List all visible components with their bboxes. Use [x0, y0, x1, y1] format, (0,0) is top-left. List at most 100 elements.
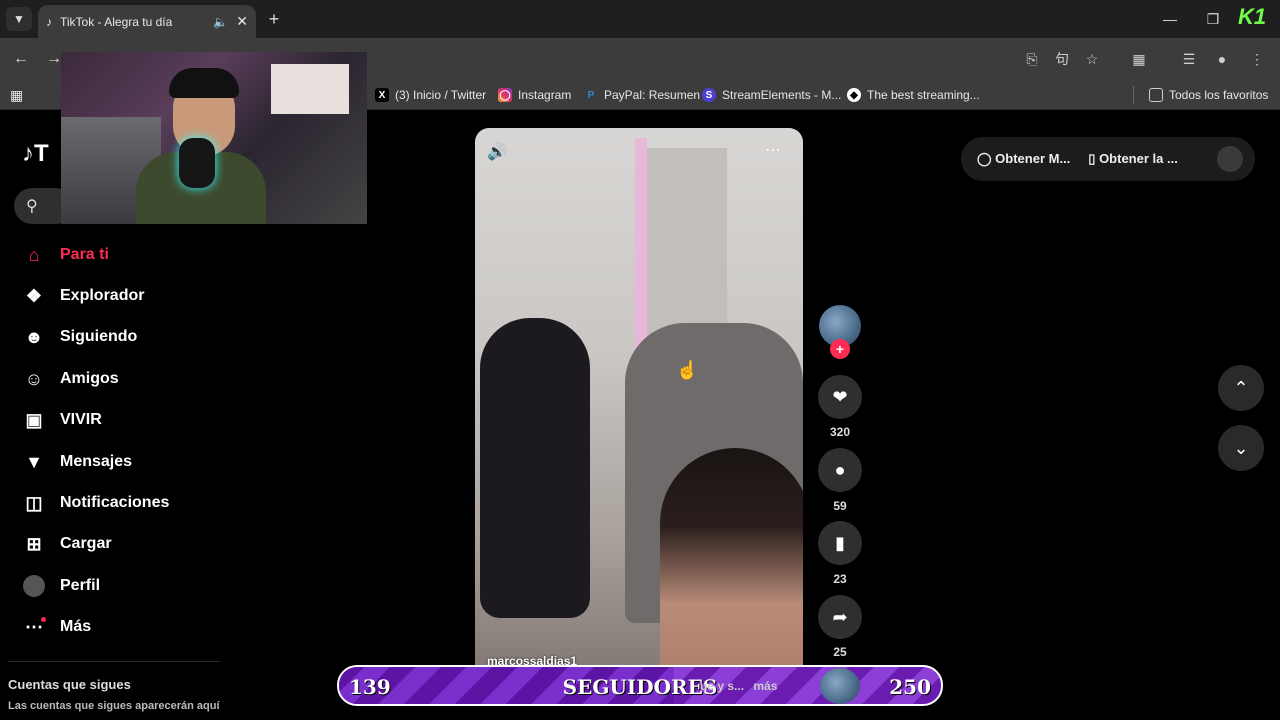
save-count: 23 [833, 572, 847, 586]
tiktok-note-icon: ♪ [22, 140, 34, 167]
browser-menu-icon[interactable]: ⋮ [1245, 47, 1269, 71]
get-app-label: Obtener la ... [1099, 151, 1178, 166]
like-button[interactable]: ❤ [818, 375, 862, 419]
sidebar-item-label: Explorador [60, 287, 145, 304]
bookmark-label: PayPal: Resumen [604, 88, 701, 102]
webcam-overlay [61, 52, 367, 224]
extensions-icon[interactable]: ▦ [1127, 47, 1151, 71]
follow-plus-button[interactable]: + [830, 339, 850, 359]
comment-count: 59 [833, 499, 847, 513]
get-coins-label: Obtener M... [995, 151, 1071, 166]
live-icon: ▣ [25, 409, 43, 430]
previous-video-button[interactable]: ⌃ [1218, 365, 1264, 411]
sidebar-item-vivir[interactable]: ▣ VIVIR [22, 405, 102, 435]
sidebar-item-amigos[interactable]: ☺ Amigos [22, 364, 119, 394]
bookmark-instagram[interactable]: ◯ Instagram [498, 85, 571, 105]
minimize-button[interactable]: — [1155, 8, 1185, 30]
restore-button[interactable]: ❐ [1198, 8, 1228, 30]
sidebar-item-label: VIVIR [60, 411, 102, 428]
sidebar-item-notificaciones[interactable]: ◫ Notificaciones [22, 488, 169, 518]
bookmark-label: The best streaming... [867, 88, 980, 102]
user-avatar[interactable] [1217, 146, 1243, 172]
browser-tab[interactable]: ♪ TikTok - Alegra tu día 🔈 ✕ [38, 5, 256, 38]
following-title: Cuentas que sigues [8, 677, 131, 692]
instagram-icon: ◯ [498, 88, 512, 102]
new-tab-button[interactable]: + [262, 8, 286, 30]
get-app-link[interactable]: ▯ Obtener la ... [1088, 151, 1178, 167]
tiktok-logo[interactable]: ♪ T [22, 140, 49, 168]
music-disc-avatar[interactable] [820, 668, 860, 704]
sidebar-item-explorador[interactable]: ❖ Explorador [22, 281, 145, 311]
sidebar-item-perfil[interactable]: Perfil [22, 571, 100, 601]
caption-text: ue y s... [700, 679, 745, 693]
tiktok-favicon-icon: ♪ [46, 14, 52, 29]
translate-icon[interactable]: 句 [1050, 47, 1074, 71]
bookmark-streamelements[interactable]: S StreamElements - M... [702, 85, 841, 105]
volume-icon[interactable]: 🔊 [487, 142, 507, 162]
friends-icon: ☺ [24, 368, 44, 389]
coin-icon: ◯ [977, 151, 996, 166]
like-count: 320 [829, 425, 851, 439]
sidebar-item-cargar[interactable]: ⊞ Cargar [22, 529, 112, 559]
all-bookmarks-folder[interactable]: Todos los favoritos [1149, 85, 1268, 105]
upload-icon: ⊞ [26, 533, 42, 554]
home-icon: ⌂ [28, 244, 40, 265]
install-app-icon[interactable]: ⎘ [1020, 47, 1044, 71]
video-scene [480, 318, 590, 618]
video-player[interactable]: 🔊 ⋯ marcossaldias1 [475, 128, 803, 706]
sidebar-item-label: Amigos [60, 370, 119, 387]
close-tab-icon[interactable]: ✕ [236, 13, 248, 30]
profile-avatar [22, 574, 46, 598]
sidebar-item-mensajes[interactable]: ▼ Mensajes [22, 447, 132, 477]
messages-icon: ▼ [25, 451, 43, 472]
comment-button[interactable]: ● [818, 448, 862, 492]
next-video-button[interactable]: ⌄ [1218, 425, 1264, 471]
logo-text: T [34, 140, 49, 167]
streaming-icon: ◆ [847, 88, 861, 102]
folder-icon [1149, 88, 1163, 102]
k1-logo: K1 [1238, 4, 1267, 29]
bookmark-paypal[interactable]: P PayPal: Resumen [584, 85, 700, 105]
tab-search-button[interactable]: ▼ [6, 7, 32, 31]
more-options-icon[interactable]: ⋯ [765, 140, 783, 160]
bookmark-twitter[interactable]: X (3) Inicio / Twitter [375, 85, 486, 105]
bookmark-icon: ▮ [835, 532, 845, 553]
sidebar-item-label: Para ti [60, 246, 109, 263]
all-bookmarks-label: Todos los favoritos [1169, 88, 1269, 102]
back-button[interactable]: ← [8, 46, 34, 72]
heart-icon: ❤ [832, 386, 848, 407]
bookmarks-divider [1133, 86, 1134, 104]
poster [271, 64, 349, 114]
sidebar-item-label: Cargar [60, 535, 112, 552]
header-actions: ◯ Obtener M... ▯ Obtener la ... [961, 137, 1255, 181]
video-caption[interactable]: ue y s... más [700, 679, 777, 693]
get-coins-link[interactable]: ◯ Obtener M... [977, 151, 1070, 167]
following-description: Las cuentas que sigues aparecerán aquí [8, 700, 220, 712]
sidebar-divider [8, 661, 220, 662]
streamelements-icon: S [702, 88, 716, 102]
notifications-icon: ◫ [25, 492, 43, 513]
hand-cursor-icon: ☝ [676, 360, 699, 380]
video-scene [635, 138, 647, 368]
sidebar-item-label: Más [60, 618, 92, 635]
share-button[interactable]: ➦ [818, 595, 862, 639]
follower-goal: 250 [889, 675, 931, 699]
sidebar-item-label: Notificaciones [60, 494, 170, 511]
media-control-icon[interactable]: ☰ [1177, 47, 1201, 71]
sidebar-item-para-ti[interactable]: ⌂ Para ti [22, 240, 109, 270]
caption-more-link[interactable]: más [753, 679, 777, 693]
microphone [179, 138, 215, 188]
share-icon: ➦ [832, 606, 848, 627]
save-button[interactable]: ▮ [818, 521, 862, 565]
profile-avatar-icon[interactable]: ● [1210, 47, 1234, 71]
speaker-icon[interactable]: 🔈 [213, 15, 228, 29]
sidebar-item-siguiendo[interactable]: ☻ Siguiendo [22, 322, 138, 352]
apps-icon[interactable]: ▦ [10, 85, 23, 105]
bookmark-star-icon[interactable]: ☆ [1080, 47, 1104, 71]
comment-icon: ● [834, 459, 846, 480]
sidebar-item-mas[interactable]: ⋯ Más [22, 612, 91, 642]
compass-icon: ❖ [25, 285, 43, 306]
bookmark-streaming[interactable]: ◆ The best streaming... [847, 85, 980, 105]
tab-title: TikTok - Alegra tu día [60, 14, 173, 29]
x-icon: X [375, 88, 389, 102]
